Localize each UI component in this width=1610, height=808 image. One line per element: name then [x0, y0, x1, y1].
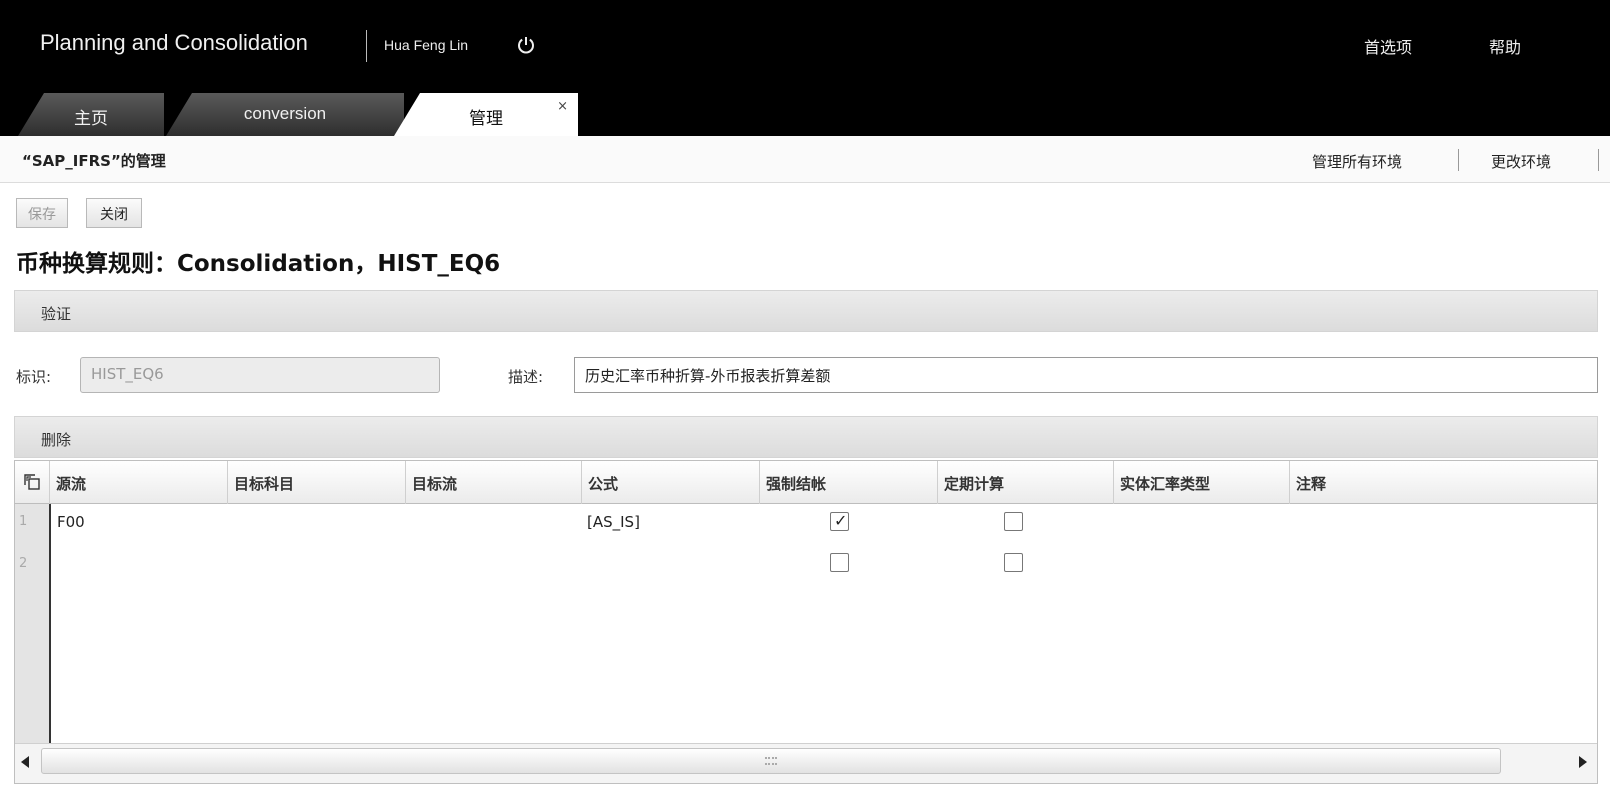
column-header-target-flow[interactable]: 目标流: [405, 461, 581, 504]
change-environment-link[interactable]: 更改环境: [1491, 151, 1551, 172]
tab-admin-label: 管理: [469, 109, 503, 128]
header-separator: [366, 30, 367, 62]
cell-source-flow[interactable]: F00: [57, 513, 85, 531]
column-header-entity-rate-type[interactable]: 实体汇率类型: [1113, 461, 1289, 504]
force-close-checkbox[interactable]: [830, 511, 849, 531]
help-link[interactable]: 帮助: [1489, 34, 1521, 58]
column-header-formula[interactable]: 公式: [581, 461, 759, 504]
scroll-right-arrow-icon[interactable]: [1579, 756, 1587, 768]
tab-home[interactable]: 主页: [18, 93, 164, 136]
sub-separator-end: [1598, 149, 1599, 171]
table-header: 源流 目标科目 目标流 公式 强制结帐 定期计算 实体汇率类型 注释: [15, 461, 1597, 504]
validate-section-label: 验证: [41, 305, 72, 323]
user-name: Hua Feng Lin: [384, 37, 469, 53]
periodic-calc-checkbox[interactable]: [1004, 512, 1023, 531]
grip-icon: [765, 757, 777, 765]
tab-close-icon[interactable]: ×: [557, 99, 568, 114]
row-number-gutter: 1 2: [15, 504, 51, 744]
sub-header: “SAP_IFRS”的管理 管理所有环境 更改环境: [0, 136, 1610, 183]
delete-section-label: 删除: [41, 431, 72, 449]
page-title: 币种换算规则：Consolidation，HIST_EQ6: [16, 251, 501, 277]
column-chooser-icon[interactable]: [23, 473, 41, 491]
tab-admin[interactable]: 管理 ×: [394, 93, 578, 136]
column-header-source-flow[interactable]: 源流: [49, 461, 227, 504]
description-label: 描述:: [508, 368, 544, 386]
delete-section-bar[interactable]: 删除: [14, 416, 1598, 458]
scrollbar-thumb[interactable]: [41, 748, 1501, 774]
manage-all-environments-link[interactable]: 管理所有环境: [1312, 151, 1402, 172]
id-field: HIST_EQ6: [80, 357, 440, 393]
scroll-left-arrow-icon[interactable]: [21, 756, 29, 768]
column-header-target-account[interactable]: 目标科目: [227, 461, 405, 504]
cell-formula[interactable]: [AS_IS]: [587, 513, 640, 531]
close-button[interactable]: 关闭: [86, 198, 142, 228]
environment-title: “SAP_IFRS”的管理: [22, 152, 166, 170]
id-label: 标识:: [16, 368, 52, 386]
tab-conversion-label: conversion: [243, 104, 327, 123]
sub-separator: [1458, 149, 1459, 171]
column-header-comment[interactable]: 注释: [1289, 461, 1597, 504]
horizontal-scrollbar[interactable]: [15, 743, 1597, 783]
row-number: 1: [19, 514, 28, 529]
description-field[interactable]: 历史汇率币种折算-外币报表折算差额: [574, 357, 1598, 393]
force-close-checkbox[interactable]: [830, 553, 849, 572]
column-header-force-close[interactable]: 强制结帐: [759, 461, 937, 504]
row-number: 2: [19, 556, 28, 571]
tab-conversion[interactable]: conversion: [166, 93, 404, 136]
tab-home-label: 主页: [74, 109, 108, 128]
preferences-link[interactable]: 首选项: [1364, 34, 1412, 58]
power-icon[interactable]: [516, 35, 536, 55]
periodic-calc-checkbox[interactable]: [1004, 553, 1023, 572]
conversion-rules-table: 源流 目标科目 目标流 公式 强制结帐 定期计算 实体汇率类型 注释 1 2 F…: [14, 460, 1598, 784]
app-title: Planning and Consolidation: [40, 30, 308, 55]
column-header-periodic-calc[interactable]: 定期计算: [937, 461, 1113, 504]
validate-section-bar[interactable]: 验证: [14, 290, 1598, 332]
save-button[interactable]: 保存: [16, 198, 68, 228]
app-header: Planning and Consolidation Hua Feng Lin …: [0, 0, 1610, 136]
